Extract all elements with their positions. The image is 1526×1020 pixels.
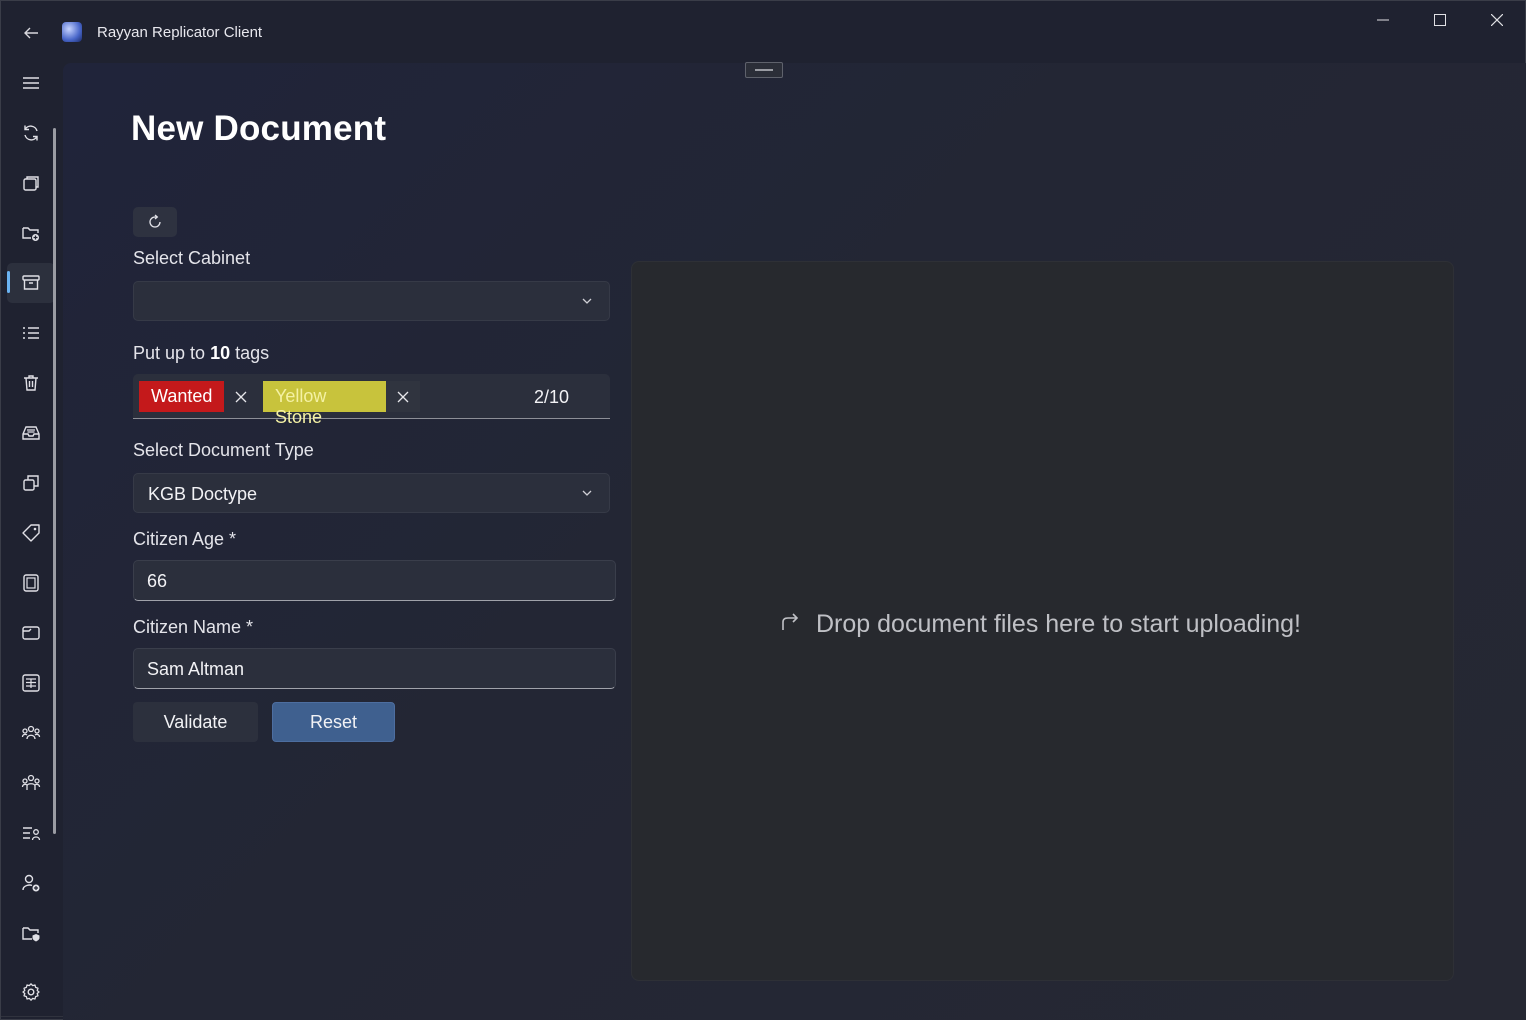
tab-folder-icon — [22, 626, 40, 640]
nav-item-sync[interactable] — [7, 113, 55, 153]
nav-item-forms[interactable] — [7, 663, 55, 703]
citizen-age-value: 66 — [147, 571, 168, 591]
doctype-select-value: KGB Doctype — [148, 484, 258, 504]
title-bar: Rayyan Replicator Client — [1, 1, 1526, 63]
nav-scrollbar[interactable] — [53, 128, 56, 834]
nav-selection-indicator — [7, 271, 10, 293]
citizen-name-field[interactable]: Sam Altman — [133, 648, 616, 689]
nav-item-person-list[interactable] — [7, 813, 55, 853]
group-people-alt-icon — [21, 774, 41, 790]
folder-add-icon — [22, 227, 39, 241]
citizen-age-field[interactable]: 66 — [133, 560, 616, 601]
drop-zone-text: Drop document files here to start upload… — [816, 610, 1301, 638]
nav-item-pages[interactable] — [7, 163, 55, 203]
nav-item-groups[interactable] — [7, 713, 55, 753]
close-icon — [235, 391, 247, 402]
maximize-button[interactable] — [1412, 1, 1468, 39]
remove-tag-wanted-button[interactable] — [224, 381, 258, 412]
nav-item-tab-folder[interactable] — [7, 613, 55, 653]
nav-item-tags[interactable] — [7, 513, 55, 553]
citizen-name-value: Sam Altman — [147, 659, 245, 679]
document-frame-icon — [23, 574, 39, 592]
settings-gear-icon — [22, 983, 40, 1001]
group-people-icon — [21, 725, 41, 740]
list-person-icon — [23, 827, 41, 841]
nav-menu-toggle[interactable] — [7, 63, 55, 103]
validate-button[interactable]: Validate — [133, 702, 258, 742]
share-arrow-icon — [782, 613, 799, 630]
nav-item-trash[interactable] — [7, 363, 55, 403]
window-title: Rayyan Replicator Client — [97, 24, 263, 41]
minimize-icon — [1377, 19, 1389, 21]
nav-item-document[interactable] — [7, 563, 55, 603]
nav-item-groups-alt[interactable] — [7, 763, 55, 803]
close-icon — [397, 391, 409, 402]
nav-item-settings[interactable] — [7, 972, 55, 1012]
tags-label-max: 10 — [210, 343, 231, 363]
drag-handle[interactable] — [745, 62, 783, 78]
nav-item-secure-folder[interactable] — [7, 913, 55, 953]
file-drop-zone[interactable]: Drop document files here to start upload… — [631, 261, 1454, 981]
tags-input[interactable]: Wanted Yellow Stone 2/10 — [133, 374, 610, 427]
nav-item-copies[interactable] — [7, 463, 55, 503]
folder-shield-icon — [22, 927, 40, 942]
nav-divider — [1, 1016, 63, 1017]
app-window: Rayyan Replicator Client New Document Se… — [0, 0, 1526, 1020]
bulleted-list-icon — [23, 327, 39, 339]
chevron-down-icon — [582, 298, 592, 304]
nav-item-archive[interactable] — [7, 263, 55, 303]
tags-label: Put up to 10 tags — [133, 343, 269, 364]
person-add-icon — [22, 874, 40, 892]
close-button[interactable] — [1469, 1, 1525, 39]
form-grid-icon — [22, 674, 40, 692]
cabinet-select[interactable] — [133, 281, 610, 321]
sync-icon — [24, 125, 38, 141]
back-button[interactable] — [15, 19, 47, 47]
tags-label-suffix: tags — [230, 343, 270, 363]
copy-windows-icon — [23, 475, 39, 491]
citizen-age-label: Citizen Age * — [133, 529, 237, 549]
close-icon — [1491, 14, 1503, 26]
maximize-icon — [1434, 14, 1446, 26]
nav-item-new-folder[interactable] — [7, 213, 55, 253]
citizen-name-label: Citizen Name * — [133, 617, 254, 637]
hamburger-menu-icon — [23, 77, 39, 89]
reset-button[interactable]: Reset — [272, 702, 395, 742]
archive-icon — [22, 275, 40, 290]
nav-item-add-person[interactable] — [7, 863, 55, 903]
remove-tag-yellow-stone-button[interactable] — [386, 381, 420, 412]
tag-counter: 2/10 — [534, 387, 570, 407]
nav-item-list[interactable] — [7, 313, 55, 353]
chevron-down-icon — [582, 490, 592, 496]
tags-label-prefix: Put up to — [133, 343, 211, 363]
trash-icon — [24, 375, 38, 391]
tag-icon — [22, 524, 40, 542]
app-logo-icon — [62, 22, 82, 42]
arrow-left-icon — [24, 27, 38, 39]
doctype-label: Select Document Type — [133, 440, 314, 460]
cabinet-label: Select Cabinet — [133, 248, 251, 268]
inbox-tray-icon — [22, 426, 40, 440]
stacked-pages-icon — [23, 176, 39, 191]
nav-item-inbox[interactable] — [7, 413, 55, 453]
doctype-select[interactable]: KGB Doctype — [133, 473, 610, 513]
tag-chip-wanted: Wanted — [139, 381, 224, 412]
minimize-button[interactable] — [1355, 1, 1411, 39]
refresh-icon — [149, 214, 161, 228]
page-title: New Document — [131, 109, 387, 148]
refresh-button[interactable] — [133, 207, 177, 237]
tag-chip-yellow-stone: Yellow Stone — [263, 381, 386, 427]
